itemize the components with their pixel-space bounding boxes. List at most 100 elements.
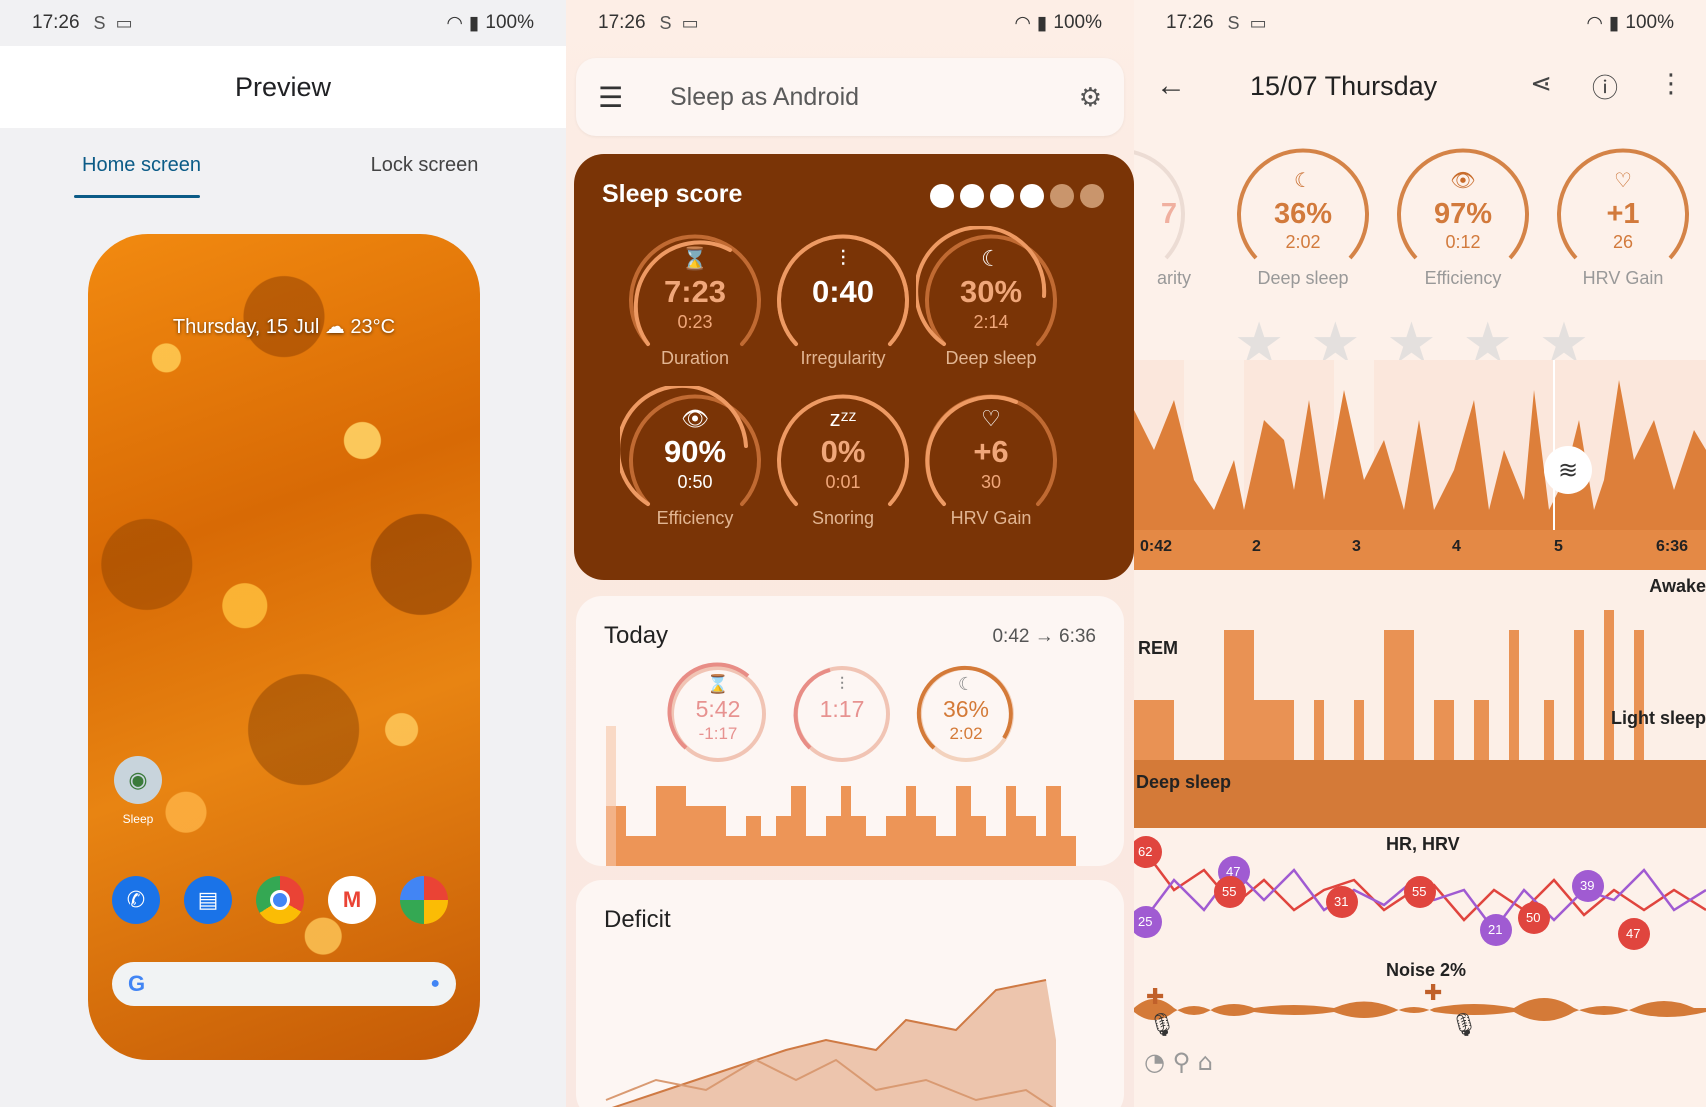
- tab-lock-screen[interactable]: Lock screen: [283, 128, 566, 202]
- gear-icon[interactable]: ⚙: [1079, 82, 1102, 113]
- irregularity-gauge[interactable]: 7 arity: [1134, 140, 1194, 290]
- irregularity-label: arity: [1156, 268, 1191, 288]
- deficit-chart: [605, 979, 1056, 1107]
- today-deep-sleep-sub: 2:02: [949, 724, 983, 743]
- wifi-icon: ◠: [1014, 12, 1031, 34]
- google-search-bar[interactable]: G ●: [112, 962, 456, 1006]
- eye-icon: 👁: [1450, 170, 1476, 192]
- status-time: 17:26: [1166, 12, 1214, 33]
- deep-sleep-gauge[interactable]: ☾ 36% 2:02 Deep sleep: [1228, 140, 1378, 290]
- sleep-score-card[interactable]: Sleep score ⌛ 7:23 0:23 Duration ⫶ 0:40 …: [574, 154, 1134, 580]
- at-a-glance-widget: Thursday, 15 Jul ☁ 23°C: [88, 314, 480, 339]
- battery-level: 100%: [1625, 12, 1674, 33]
- hourglass-icon: ⌛: [681, 246, 709, 271]
- deep-sleep-sub: 2:02: [1285, 232, 1321, 252]
- phone-app-icon[interactable]: ✆: [112, 876, 160, 924]
- efficiency-gauge[interactable]: 👁 97% 0:12 Efficiency: [1388, 140, 1538, 290]
- deep-sleep-gauge[interactable]: ☾ 30% 2:14 Deep sleep: [916, 226, 1066, 376]
- app-title[interactable]: Sleep as Android: [670, 83, 859, 112]
- assistant-icon[interactable]: ●: [430, 975, 440, 993]
- sleep-detail-panel: 17:26 S ▭ ◠ ▮ 100% ← 15/07 Thursday ⋖ ⓘ …: [1134, 0, 1706, 1107]
- deep-sleep-label: Deep sleep: [1136, 772, 1232, 792]
- today-duration-gauge: ⌛ 5:42 -1:17: [666, 662, 770, 766]
- awake-label: Awake: [1649, 576, 1706, 596]
- battery-icon: ▮: [1608, 12, 1620, 34]
- help-icon[interactable]: ⓘ: [1592, 68, 1618, 105]
- messages-app-icon[interactable]: ▤: [184, 876, 232, 924]
- deep-sleep-sub: 2:14: [973, 312, 1009, 332]
- plus-marker-icon[interactable]: ✚: [1146, 984, 1164, 1010]
- cloud-icon: ☁: [324, 316, 351, 338]
- moon-icon: ☾: [957, 674, 975, 694]
- irregularity-gauge[interactable]: ⫶ 0:40 Irregularity: [768, 226, 918, 376]
- graph-tick: 6:36: [1656, 538, 1689, 555]
- wallpaper-preview: Thursday, 15 Jul ☁ 23°C ◉ Sleep ✆ ▤ M G …: [88, 234, 480, 1060]
- heart-icon: ♡: [1614, 170, 1632, 192]
- noise-graph[interactable]: ◔ ⚲ ⌂: [1134, 960, 1706, 1107]
- photos-app-icon[interactable]: [400, 876, 448, 924]
- status-bar: 17:26 S ▭ ◠ ▮ 100%: [1134, 0, 1706, 46]
- hrv-gain-value: +6: [973, 434, 1009, 469]
- efficiency-gauge[interactable]: 👁 90% 0:50 Efficiency: [620, 386, 770, 536]
- detail-title: 15/07 Thursday: [1250, 70, 1438, 101]
- google-icon: G: [128, 971, 146, 996]
- efficiency-sub: 0:50: [677, 472, 713, 492]
- today-card[interactable]: Today 0:42 → 6:36 ⌛ 5:42 -1:17 ⫶ 1:17 ☾ …: [576, 596, 1124, 866]
- snoring-value: 0%: [820, 434, 866, 469]
- battery-level: 100%: [485, 12, 534, 33]
- share-icon[interactable]: ⋖: [1530, 68, 1552, 105]
- hr-marker: 55: [1222, 884, 1237, 899]
- page-title: Preview: [0, 46, 566, 128]
- efficiency-value: 90%: [663, 434, 727, 469]
- battery-icon: ▮: [468, 12, 480, 34]
- status-bar: 17:26 S ▭ ◠ ▮ 100%: [566, 0, 1134, 46]
- score-dot-filled: [960, 184, 984, 208]
- deep-sleep-value: 36%: [1273, 198, 1333, 230]
- microphone-icon[interactable]: 🎙: [1148, 1012, 1176, 1038]
- microphone-icon[interactable]: 🎙: [1450, 1012, 1478, 1038]
- tab-home-screen[interactable]: Home screen: [0, 128, 283, 202]
- hrv-gain-value: +1: [1606, 198, 1640, 230]
- activity-graph[interactable]: ≋: [1134, 360, 1706, 570]
- sleep-score-title: Sleep score: [602, 180, 743, 208]
- chrome-app-icon[interactable]: [256, 876, 304, 924]
- battery-icon: ▮: [1036, 12, 1048, 34]
- back-arrow-icon[interactable]: ←: [1156, 69, 1226, 103]
- sleep-app-label: Sleep: [122, 812, 154, 826]
- efficiency-label: Efficiency: [1424, 268, 1502, 288]
- deficit-card[interactable]: Deficit: [576, 880, 1124, 1107]
- efficiency-value: 97%: [1433, 198, 1493, 230]
- snoring-gauge[interactable]: zᶻᶻ 0% 0:01 Snoring: [768, 386, 918, 536]
- snoring-label: Snoring: [811, 508, 875, 528]
- rem-label: REM: [1138, 638, 1178, 658]
- svg-text:≋: ≋: [1558, 456, 1578, 484]
- irregularity-icon: ⫶: [839, 674, 845, 694]
- efficiency-sub: 0:12: [1445, 232, 1481, 252]
- plus-marker-icon[interactable]: ✚: [1424, 980, 1442, 1006]
- deep-sleep-label: Deep sleep: [1257, 268, 1349, 288]
- menu-icon[interactable]: ☰: [598, 81, 658, 114]
- irregularity-value: 7: [1160, 198, 1178, 230]
- deep-sleep-label: Deep sleep: [945, 348, 1037, 368]
- duration-label: Duration: [660, 348, 730, 368]
- hrv-gain-label: HRV Gain: [1582, 268, 1664, 288]
- score-dot-filled: [930, 184, 954, 208]
- score-dot-filled: [1020, 184, 1044, 208]
- hr-marker: 55: [1412, 884, 1427, 899]
- duration-gauge[interactable]: ⌛ 7:23 0:23 Duration: [620, 226, 770, 376]
- sleep-app-icon[interactable]: ◉: [114, 756, 162, 804]
- gmail-app-icon[interactable]: M: [328, 876, 376, 924]
- hrv-marker: 39: [1580, 878, 1595, 893]
- hrv-gain-gauge[interactable]: ♡ +1 26 HRV Gain: [1548, 140, 1698, 290]
- today-time-range: 0:42 → 6:36: [992, 626, 1096, 647]
- hr-marker: 62: [1138, 844, 1153, 859]
- sleep-app-status-icon: S: [1227, 12, 1240, 33]
- score-dot-empty: [1050, 184, 1074, 208]
- graph-tick: 5: [1554, 538, 1563, 555]
- hrv-gain-gauge[interactable]: ♡ +6 30 HRV Gain: [916, 386, 1066, 536]
- hrv-marker: 25: [1138, 914, 1153, 929]
- today-deep-sleep-gauge: ☾ 36% 2:02: [914, 662, 1018, 766]
- irregularity-icon: ⫶: [840, 246, 846, 271]
- moon-icon: ☾: [1294, 170, 1312, 192]
- more-options-icon[interactable]: ⋮: [1658, 68, 1684, 105]
